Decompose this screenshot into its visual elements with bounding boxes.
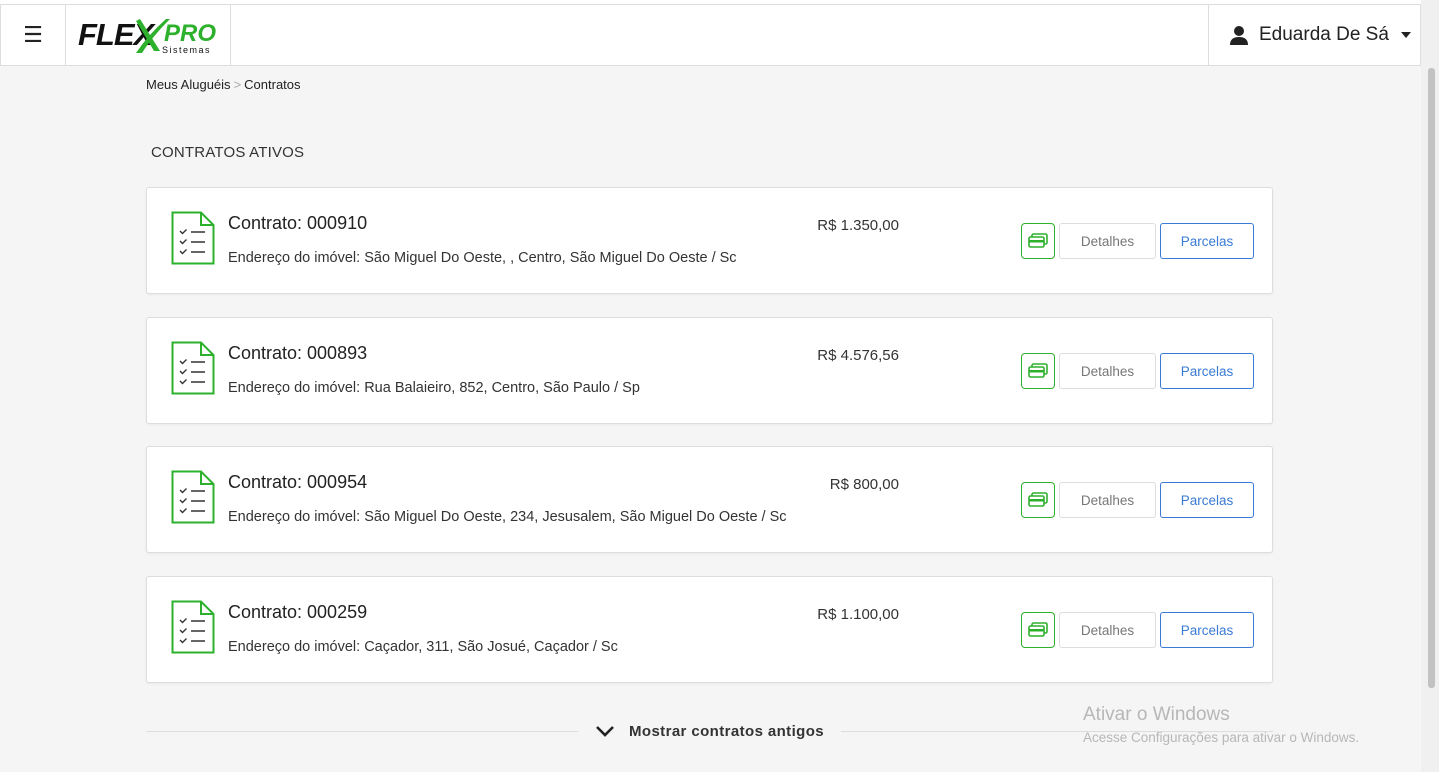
scrollbar[interactable] [1421, 0, 1439, 772]
breadcrumb-item-meus-alugueis[interactable]: Meus Aluguéis [146, 77, 231, 92]
contract-actions: Detalhes Parcelas [1021, 353, 1254, 389]
contract-address: Endereço do imóvel: Rua Balaieiro, 852, … [228, 380, 640, 396]
contract-document-icon [171, 211, 215, 265]
contract-address: Endereço do imóvel: São Miguel Do Oeste,… [228, 250, 737, 266]
parcelas-button[interactable]: Parcelas [1160, 353, 1254, 389]
payment-button[interactable] [1021, 353, 1055, 389]
contract-value: R$ 1.350,00 [817, 217, 899, 234]
details-button[interactable]: Detalhes [1059, 353, 1156, 389]
breadcrumb: Meus Aluguéis > Contratos [146, 77, 301, 92]
svg-text:PRO: PRO [164, 20, 216, 47]
windows-activation-watermark: Ativar o Windows Acesse Configurações pa… [1083, 704, 1359, 745]
top-navbar: ☰ FLEX PRO Sistemas Eduarda De Sá [0, 0, 1439, 66]
breadcrumb-item-contratos: Contratos [244, 77, 301, 92]
caret-down-icon [1400, 32, 1411, 38]
contract-address: Endereço do imóvel: Caçador, 311, São Jo… [228, 639, 618, 655]
contract-address: Endereço do imóvel: São Miguel Do Oeste,… [228, 509, 787, 525]
details-button[interactable]: Detalhes [1059, 612, 1156, 648]
contract-actions: Detalhes Parcelas [1021, 612, 1254, 648]
contract-document-icon [171, 341, 215, 395]
contract-number: Contrato: 000259 [228, 602, 368, 622]
chevron-right-icon: > [233, 77, 242, 92]
parcelas-button[interactable]: Parcelas [1160, 482, 1254, 518]
divider-left [146, 731, 578, 732]
payment-button[interactable] [1021, 612, 1055, 648]
credit-card-icon [1028, 622, 1048, 637]
contract-number: Contrato: 000910 [228, 213, 368, 233]
user-icon [1230, 26, 1248, 45]
hamburger-menu-button[interactable]: ☰ [0, 5, 66, 65]
details-button[interactable]: Detalhes [1059, 482, 1156, 518]
user-name: Eduarda De Sá [1259, 24, 1389, 45]
section-title: CONTRATOS ATIVOS [151, 144, 305, 161]
flexpro-logo[interactable]: FLEX PRO Sistemas [66, 5, 231, 65]
watermark-subtitle: Acesse Configurações para ativar o Windo… [1083, 730, 1360, 745]
credit-card-icon [1028, 492, 1048, 507]
contract-card: Contrato: 000910 Endereço do imóvel: São… [146, 187, 1273, 294]
scrollbar-thumb[interactable] [1428, 68, 1435, 688]
contract-actions: Detalhes Parcelas [1021, 482, 1254, 518]
contract-document-icon [171, 600, 215, 654]
contract-number: Contrato: 000893 [228, 343, 368, 363]
contract-card: Contrato: 000954 Endereço do imóvel: São… [146, 446, 1273, 553]
credit-card-icon [1028, 233, 1048, 248]
show-older-label: Mostrar contratos antigos [628, 722, 825, 740]
payment-button[interactable] [1021, 223, 1055, 259]
svg-text:Sistemas: Sistemas [162, 45, 211, 55]
parcelas-button[interactable]: Parcelas [1160, 223, 1254, 259]
flexpro-logo-icon: FLEX PRO Sistemas [78, 17, 216, 55]
chevron-down-icon [596, 726, 614, 737]
contract-actions: Detalhes Parcelas [1021, 223, 1254, 259]
parcelas-button[interactable]: Parcelas [1160, 612, 1254, 648]
details-button[interactable]: Detalhes [1059, 223, 1156, 259]
show-older-toggle[interactable]: Mostrar contratos antigos [578, 722, 841, 740]
payment-button[interactable] [1021, 482, 1055, 518]
contract-card: Contrato: 000893 Endereço do imóvel: Rua… [146, 317, 1273, 424]
contract-number: Contrato: 000954 [228, 472, 368, 492]
navbar-spacer [231, 5, 1208, 65]
contract-value: R$ 1.100,00 [817, 606, 899, 623]
user-menu-dropdown[interactable]: Eduarda De Sá [1208, 5, 1420, 65]
hamburger-icon: ☰ [23, 22, 43, 47]
contract-value: R$ 800,00 [829, 476, 899, 493]
credit-card-icon [1028, 363, 1048, 378]
contract-document-icon [171, 470, 215, 524]
watermark-title: Ativar o Windows [1083, 704, 1230, 725]
contract-value: R$ 4.576,56 [817, 347, 899, 364]
contract-card: Contrato: 000259 Endereço do imóvel: Caç… [146, 576, 1273, 683]
